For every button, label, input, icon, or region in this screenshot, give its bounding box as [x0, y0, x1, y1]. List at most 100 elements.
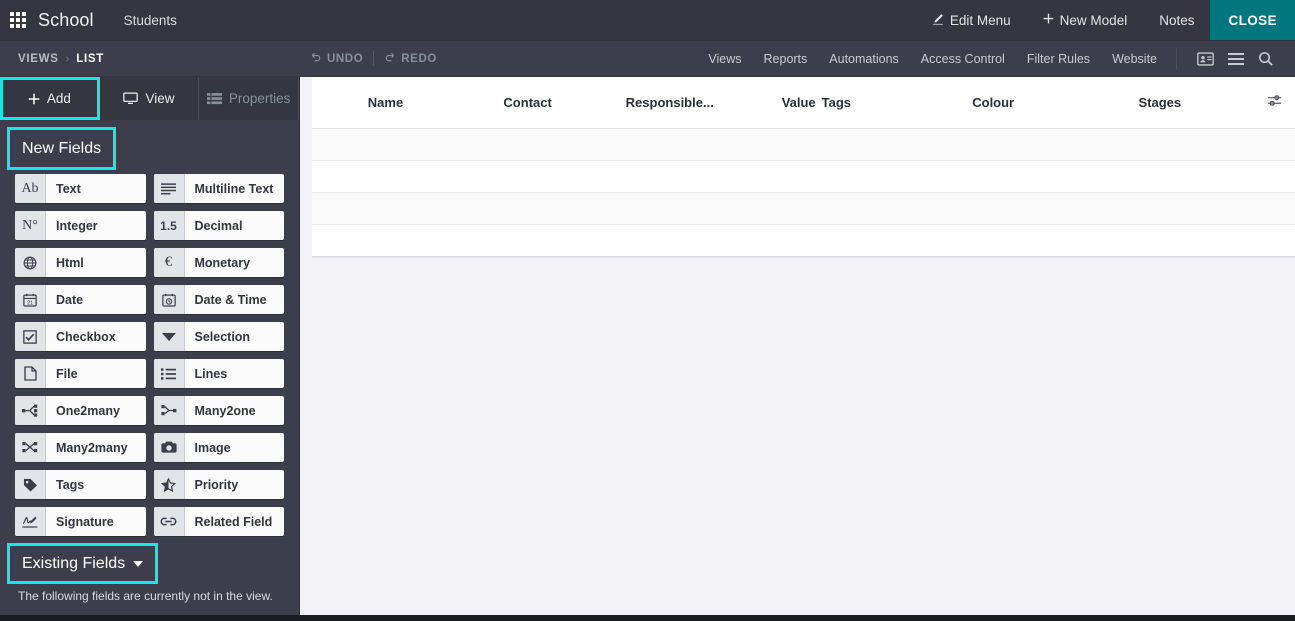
camera-icon: [153, 433, 185, 462]
cell-name[interactable]: [312, 160, 460, 193]
contact-card-icon[interactable]: [1197, 51, 1214, 66]
breadcrumb: VIEWS › LIST: [0, 53, 104, 65]
close-button[interactable]: CLOSE: [1210, 0, 1295, 40]
field-tile-priority[interactable]: Priority: [153, 470, 284, 499]
cell-colour[interactable]: [919, 224, 1067, 257]
tab-add[interactable]: Add: [0, 77, 100, 120]
tab-add-label: Add: [46, 91, 71, 106]
existing-fields-toggle[interactable]: Existing Fields: [6, 543, 159, 584]
apps-grid-icon[interactable]: [10, 11, 27, 29]
one2many-icon: [15, 396, 46, 425]
field-tile-text[interactable]: Ab Text: [15, 174, 146, 203]
column-header-stages[interactable]: Stages: [1066, 77, 1253, 129]
cell-tags[interactable]: [821, 192, 920, 225]
window-bottom-bar: [0, 615, 1295, 621]
undo-button[interactable]: UNDO: [310, 51, 363, 66]
subbar-item-automations[interactable]: Automations: [818, 52, 909, 66]
cell-stages[interactable]: [1066, 128, 1253, 161]
calendar-clock-icon: [153, 285, 185, 314]
cell-value[interactable]: [743, 128, 822, 161]
table-row[interactable]: [312, 224, 1295, 257]
column-header-responsible[interactable]: Responsible...: [596, 77, 744, 129]
column-header-tags[interactable]: Tags: [821, 77, 920, 129]
cell-value[interactable]: [743, 160, 822, 193]
field-tile-many2one[interactable]: Many2one: [153, 396, 284, 425]
column-settings-icon[interactable]: [1267, 93, 1282, 108]
tab-properties[interactable]: Properties: [199, 77, 299, 120]
field-tile-related-field[interactable]: Related Field: [153, 507, 284, 536]
cell-colour[interactable]: [919, 192, 1067, 225]
studio-subbar: VIEWS › LIST UNDO REDO Views Reports Aut…: [0, 41, 1295, 77]
cell-stages[interactable]: [1066, 224, 1253, 257]
cell-responsible[interactable]: [596, 128, 744, 161]
field-tile-lines[interactable]: Lines: [153, 359, 284, 388]
subbar-item-website[interactable]: Website: [1101, 52, 1168, 66]
subbar-item-reports[interactable]: Reports: [753, 52, 819, 66]
field-tile-many2many[interactable]: Many2many: [15, 433, 146, 462]
subbar-item-views[interactable]: Views: [697, 52, 752, 66]
table-row[interactable]: [312, 192, 1295, 225]
field-tile-one2many[interactable]: One2many: [15, 396, 146, 425]
field-tile-date[interactable]: 21 Date: [15, 285, 146, 314]
breadcrumb-views[interactable]: VIEWS: [18, 53, 59, 65]
euro-icon: €: [153, 248, 185, 277]
column-options-header[interactable]: [1253, 77, 1295, 129]
column-header-value[interactable]: Value: [743, 77, 822, 129]
cell-responsible[interactable]: [596, 160, 744, 193]
cell-name[interactable]: [312, 128, 460, 161]
cell-value[interactable]: [743, 224, 822, 257]
column-header-contact[interactable]: Contact: [459, 77, 597, 129]
cell-name[interactable]: [312, 224, 460, 257]
cell-responsible[interactable]: [596, 192, 744, 225]
field-tile-integer[interactable]: N° Integer: [15, 211, 146, 240]
cell-stages[interactable]: [1066, 192, 1253, 225]
field-tile-selection[interactable]: Selection: [153, 322, 284, 351]
table-row[interactable]: [312, 128, 1295, 161]
cell-options: [1253, 192, 1295, 225]
search-icon[interactable]: [1258, 51, 1273, 66]
field-label: Text: [56, 181, 81, 196]
column-header-colour[interactable]: Colour: [919, 77, 1067, 129]
cell-tags[interactable]: [821, 224, 920, 257]
cell-colour[interactable]: [919, 160, 1067, 193]
list-view-icon[interactable]: [1228, 52, 1244, 66]
field-label: Related Field: [194, 514, 273, 529]
navbar-menu-students[interactable]: Students: [110, 13, 191, 28]
notes-button[interactable]: Notes: [1143, 0, 1210, 40]
notes-label: Notes: [1159, 12, 1195, 28]
field-tile-html[interactable]: Html: [15, 248, 146, 277]
field-tile-tags[interactable]: Tags: [15, 470, 146, 499]
field-label: Multiline Text: [194, 181, 274, 196]
new-model-button[interactable]: New Model: [1027, 0, 1144, 40]
cell-options: [1253, 160, 1295, 193]
field-tile-multiline-text[interactable]: Multiline Text: [153, 174, 284, 203]
cell-contact[interactable]: [459, 224, 597, 257]
field-tile-signature[interactable]: Signature: [15, 507, 146, 536]
table-row[interactable]: [312, 160, 1295, 193]
field-tile-date-time[interactable]: Date & Time: [153, 285, 284, 314]
redo-button[interactable]: REDO: [384, 51, 437, 66]
cell-contact[interactable]: [459, 192, 597, 225]
app-brand-title[interactable]: School: [38, 10, 94, 31]
cell-name[interactable]: [312, 192, 460, 225]
cell-contact[interactable]: [459, 128, 597, 161]
cell-contact[interactable]: [459, 160, 597, 193]
edit-menu-button[interactable]: Edit Menu: [916, 0, 1027, 40]
subbar-item-access-control[interactable]: Access Control: [910, 52, 1016, 66]
field-tile-file[interactable]: File: [15, 359, 146, 388]
field-tile-checkbox[interactable]: Checkbox: [15, 322, 146, 351]
cell-responsible[interactable]: [596, 224, 744, 257]
field-label: Date & Time: [194, 292, 267, 307]
field-tile-image[interactable]: Image: [153, 433, 284, 462]
subbar-item-filter-rules[interactable]: Filter Rules: [1016, 52, 1101, 66]
cell-value[interactable]: [743, 192, 822, 225]
column-header-name[interactable]: Name: [312, 77, 460, 129]
breadcrumb-list[interactable]: LIST: [76, 53, 104, 65]
tab-view[interactable]: View: [100, 77, 200, 120]
cell-tags[interactable]: [821, 160, 920, 193]
field-tile-decimal[interactable]: 1.5 Decimal: [153, 211, 284, 240]
cell-stages[interactable]: [1066, 160, 1253, 193]
field-tile-monetary[interactable]: € Monetary: [153, 248, 284, 277]
cell-colour[interactable]: [919, 128, 1067, 161]
cell-tags[interactable]: [821, 128, 920, 161]
